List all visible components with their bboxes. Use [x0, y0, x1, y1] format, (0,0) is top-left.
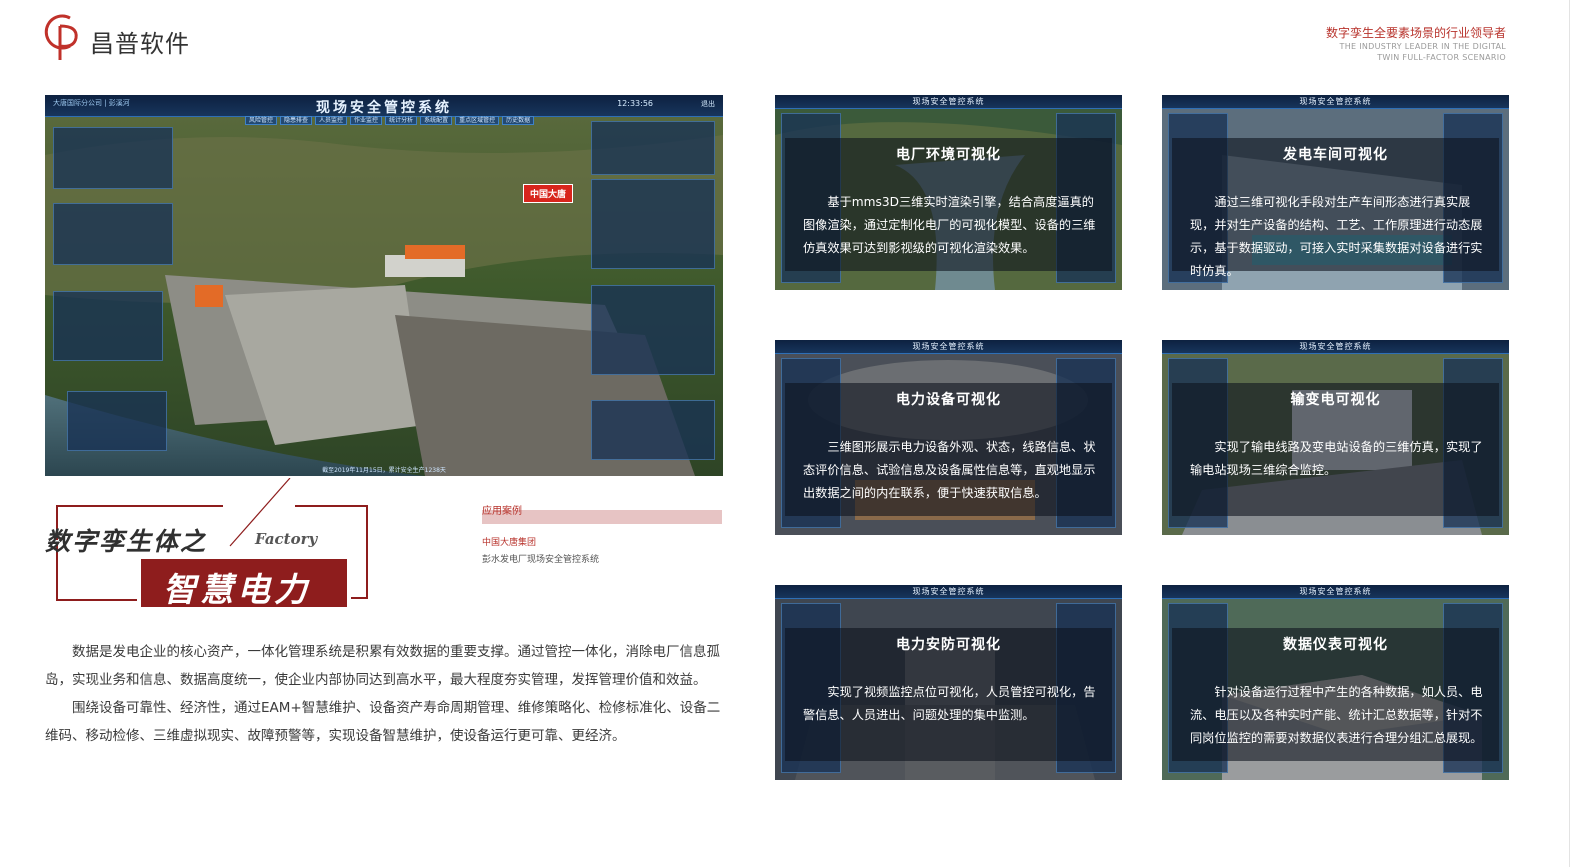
thumb-system-title: 现场安全管控系统 [912, 342, 985, 351]
case-system: 彭水发电厂现场安全管控系统 [482, 555, 600, 565]
section-title-block: 数字孪生体之 Factory 智慧电力 [45, 478, 385, 613]
right-panel-alarms [591, 400, 715, 460]
brand-name: 昌普软件 [90, 30, 190, 58]
menu-item[interactable]: 统计分析 [385, 116, 418, 125]
menu-item[interactable]: 风险管控 [245, 116, 278, 125]
main-title-bar: 大唐国际分公司 | 彭溪河 现场安全管控系统 12:33:56 退出 [45, 95, 723, 117]
main-clock: 12:33:56 [617, 99, 653, 108]
thumb-description: 实现了输电线路及变电站设备的三维仿真，实现了输电站现场三维综合监控。 [1190, 439, 1483, 477]
section-heading-en: Factory [255, 530, 318, 548]
thumb-description: 基于mms3D三维实时渲染引擎，结合高度逼真的图像渲染，通过定制化电厂的可视化模… [803, 194, 1096, 255]
menu-item[interactable]: 隐患排查 [280, 116, 313, 125]
thumb-system-title: 现场安全管控系统 [1299, 587, 1372, 596]
thumbnail-generation-workshop: 现场安全管控系统 发电车间可视化 通过三维可视化手段对生产车间形态进行真实展现，… [1162, 95, 1509, 290]
thumb-title-bar: 现场安全管控系统 [775, 340, 1122, 354]
thumb-title-bar: 现场安全管控系统 [1162, 585, 1509, 599]
case-company: 中国大唐集团 [482, 538, 537, 548]
thumb-title: 数据仪表可视化 [1283, 636, 1388, 653]
right-panel-gauges [591, 179, 715, 269]
thumbnail-plant-environment: 现场安全管控系统 电厂环境可视化 基于mms3D三维实时渲染引擎，结合高度逼真的… [775, 95, 1122, 290]
right-panel-stats [591, 121, 715, 175]
thumb-title: 电力安防可视化 [896, 636, 1001, 653]
body-paragraph-1: 数据是发电企业的核心资产，一体化管理系统是积累有效数据的重要支撑。通过管控一体化… [45, 644, 720, 688]
left-panel-list [53, 291, 163, 361]
thumb-title: 电厂环境可视化 [896, 146, 1001, 163]
left-panel-top [53, 127, 173, 189]
main-exit-button[interactable]: 退出 [701, 99, 715, 109]
thumbnail-transmission: 现场安全管控系统 输变电可视化 实现了输电线路及变电站设备的三维仿真，实现了输电… [1162, 340, 1509, 535]
menu-item[interactable]: 人员监控 [315, 116, 348, 125]
thumbnail-security: 现场安全管控系统 电力安防可视化 实现了视频监控点位可视化，人员管控可视化，告警… [775, 585, 1122, 780]
thumb-system-title: 现场安全管控系统 [912, 587, 985, 596]
thumb-system-title: 现场安全管控系统 [1299, 342, 1372, 351]
section-subtitle: 智慧电力 [163, 570, 311, 609]
main-footer-status: 截至2019年11月15日，累计安全生产1238天 [322, 467, 446, 474]
thumb-description: 通过三维可视化手段对生产车间形态进行真实展现，并对生产设备的结构、工艺、工作原理… [1190, 194, 1483, 278]
thumb-title-bar: 现场安全管控系统 [775, 585, 1122, 599]
tagline-cn: 数字孪生全要素场景的行业领导者 [1325, 26, 1506, 40]
cp-logo-icon [44, 14, 78, 60]
thumb-title: 电力设备可视化 [896, 391, 1001, 408]
body-text: 数据是发电企业的核心资产，一体化管理系统是积累有效数据的重要支撑。通过管控一体化… [45, 638, 725, 750]
body-paragraph-2: 围绕设备可靠性、经济性，通过EAM+智慧维护、设备资产寿命周期管理、维修策略化、… [45, 700, 721, 744]
tagline-en-line2: TWIN FULL-FACTOR SCENARIO [1377, 53, 1506, 62]
menu-item[interactable]: 历史数据 [502, 116, 535, 125]
main-3d-screenshot: 大唐国际分公司 | 彭溪河 现场安全管控系统 12:33:56 退出 风险管控 … [45, 95, 723, 476]
thumb-description: 三维图形展示电力设备外观、状态，线路信息、状态评价信息、试验信息及设备属性信息等… [803, 439, 1096, 500]
brand-sign: 中国大唐 [523, 184, 574, 203]
menu-item[interactable]: 系统配置 [420, 116, 453, 125]
page-edge-divider [1569, 0, 1570, 867]
application-case: 应用案例 中国大唐集团 彭水发电厂现场安全管控系统 [482, 502, 722, 565]
right-panel-personnel [591, 285, 715, 375]
thumb-description: 针对设备运行过程中产生的各种数据，如人员、电流、电压以及各种实时产能、统计汇总数… [1190, 684, 1483, 745]
menu-item[interactable]: 作业监控 [350, 116, 383, 125]
menu-item[interactable]: 重点区域管控 [455, 116, 500, 125]
case-label: 应用案例 [482, 506, 522, 517]
thumbnail-power-equipment: 现场安全管控系统 电力设备可视化 三维图形展示电力设备外观、状态，线路信息、状态… [775, 340, 1122, 535]
main-menu: 风险管控 隐患排查 人员监控 作业监控 统计分析 系统配置 重点区域管控 历史数… [245, 116, 535, 125]
thumb-system-title: 现场安全管控系统 [1299, 97, 1372, 106]
tagline: 数字孪生全要素场景的行业领导者 THE INDUSTRY LEADER IN T… [1326, 24, 1506, 63]
thumb-title-bar: 现场安全管控系统 [1162, 95, 1509, 109]
thumb-title-bar: 现场安全管控系统 [1162, 340, 1509, 354]
company-logo: 昌普软件 [40, 12, 210, 62]
thumb-title-bar: 现场安全管控系统 [775, 95, 1122, 109]
thumb-title: 输变电可视化 [1290, 391, 1381, 408]
thumbnail-data-instruments: 现场安全管控系统 数据仪表可视化 针对设备运行过程中产生的各种数据，如人员、电流… [1162, 585, 1509, 780]
left-panel-chart [53, 203, 173, 265]
video-panel [67, 391, 167, 451]
section-heading: 数字孪生体之 [45, 527, 208, 556]
thumb-system-title: 现场安全管控系统 [912, 97, 985, 106]
thumb-title: 发电车间可视化 [1283, 146, 1388, 163]
tagline-en-line1: THE INDUSTRY LEADER IN THE DIGITAL [1339, 42, 1506, 51]
thumb-description: 实现了视频监控点位可视化，人员管控可视化，告警信息、人员进出、问题处理的集中监测… [803, 684, 1096, 722]
